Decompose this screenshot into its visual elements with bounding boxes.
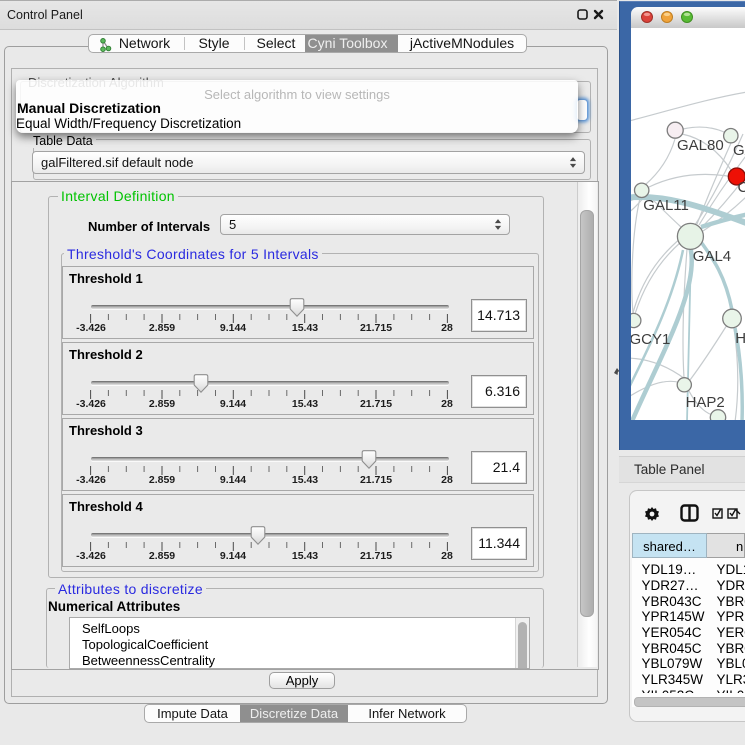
svg-text:GCY1: GCY1 <box>631 331 670 348</box>
svg-text:GAL4: GAL4 <box>693 248 731 265</box>
svg-text:GAL11: GAL11 <box>643 197 689 214</box>
svg-text:CYC8: CYC8 <box>738 179 745 196</box>
svg-text:GAL80: GAL80 <box>677 137 724 154</box>
svg-text:HAP2: HAP2 <box>686 394 725 411</box>
svg-text:GAL3: GAL3 <box>733 142 745 159</box>
svg-text:HIS4: HIS4 <box>735 330 745 347</box>
